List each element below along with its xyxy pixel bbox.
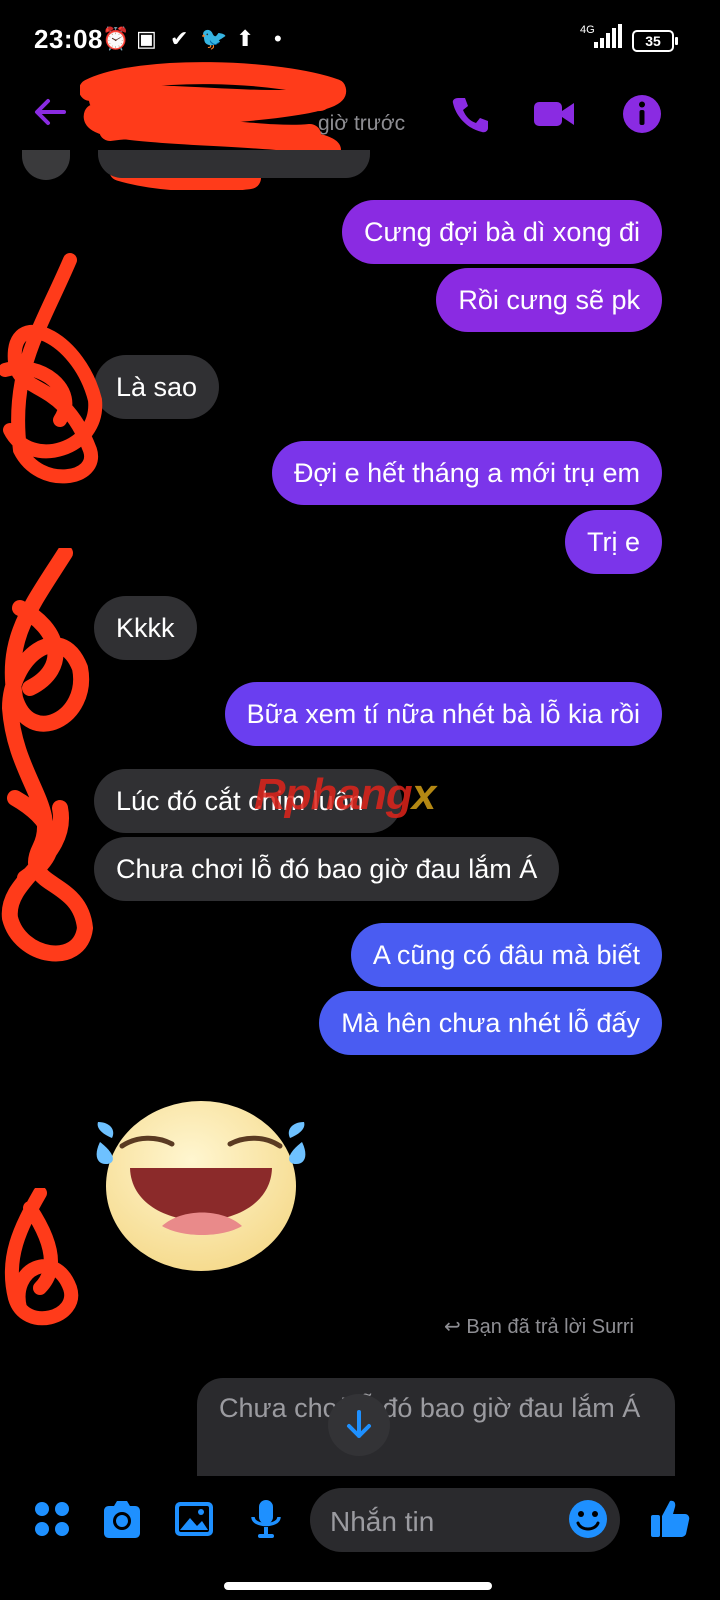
- gallery-icon[interactable]: [172, 1497, 216, 1541]
- video-call-icon[interactable]: [532, 92, 576, 136]
- reply-hint: ↩ Bạn đã trả lời Surri: [444, 1314, 634, 1339]
- info-icon[interactable]: [620, 92, 664, 136]
- message-bubble-outgoing[interactable]: Rồi cưng sẽ pk: [436, 268, 662, 332]
- nfc-icon: ▣: [136, 26, 157, 51]
- twitter-icon: 🐦: [200, 26, 228, 51]
- home-indicator[interactable]: [224, 1582, 492, 1590]
- camera-icon[interactable]: [100, 1497, 144, 1541]
- thumbs-up-icon[interactable]: [648, 1497, 692, 1541]
- watermark-logo: Rphangx: [254, 770, 436, 819]
- status-time: 23:08: [34, 24, 103, 54]
- redaction-scribble: [1, 548, 94, 962]
- emoji-icon[interactable]: [566, 1497, 610, 1541]
- reply-hint-text: Bạn đã trả lời Surri: [466, 1316, 634, 1338]
- reply-arrow-icon: ↩: [444, 1316, 461, 1338]
- message-bubble-incoming[interactable]: Chưa chơi lỗ đó bao giờ đau lắm Á: [94, 837, 560, 901]
- quoted-message[interactable]: Chưa chơi lỗ đó bao giờ đau lắm Á: [197, 1378, 675, 1476]
- signal-icon: 4G: [580, 24, 622, 48]
- message-bubble-outgoing[interactable]: Cưng đợi bà dì xong đi: [342, 200, 662, 264]
- redaction-scribble: [0, 253, 103, 484]
- message-input-placeholder: Nhắn tin: [330, 1506, 435, 1537]
- task-done-icon: ✔: [170, 26, 189, 51]
- dot-icon: •: [274, 26, 282, 51]
- message-bubble-outgoing[interactable]: Mà hên chưa nhét lỗ đấy: [319, 991, 662, 1055]
- laughing-tears-emoji-icon[interactable]: [92, 1098, 310, 1276]
- message-bubble-outgoing[interactable]: Bữa xem tí nữa nhét bà lỗ kia rồi: [224, 682, 662, 746]
- menu-grid-icon[interactable]: [30, 1497, 74, 1541]
- message-bubble-partial: [98, 150, 370, 178]
- scroll-to-bottom-button[interactable]: [328, 1394, 390, 1456]
- microphone-icon[interactable]: [244, 1497, 288, 1541]
- back-arrow-icon[interactable]: [30, 92, 70, 132]
- message-bubble-outgoing[interactable]: A cũng có đâu mà biết: [350, 923, 662, 987]
- redaction-scribble: [4, 1188, 79, 1326]
- upload-icon: ⬆: [236, 26, 255, 51]
- avatar: [22, 150, 70, 180]
- message-bubble-outgoing[interactable]: Đợi e hết tháng a mới trụ em: [271, 441, 662, 505]
- battery-icon: 35: [632, 30, 678, 52]
- alarm-icon: ⏰: [102, 26, 130, 51]
- phone-call-icon[interactable]: [448, 92, 492, 136]
- svg-text:4G: 4G: [580, 24, 595, 36]
- arrow-down-icon: [347, 1410, 371, 1438]
- message-bubble-outgoing[interactable]: Trị e: [565, 510, 662, 574]
